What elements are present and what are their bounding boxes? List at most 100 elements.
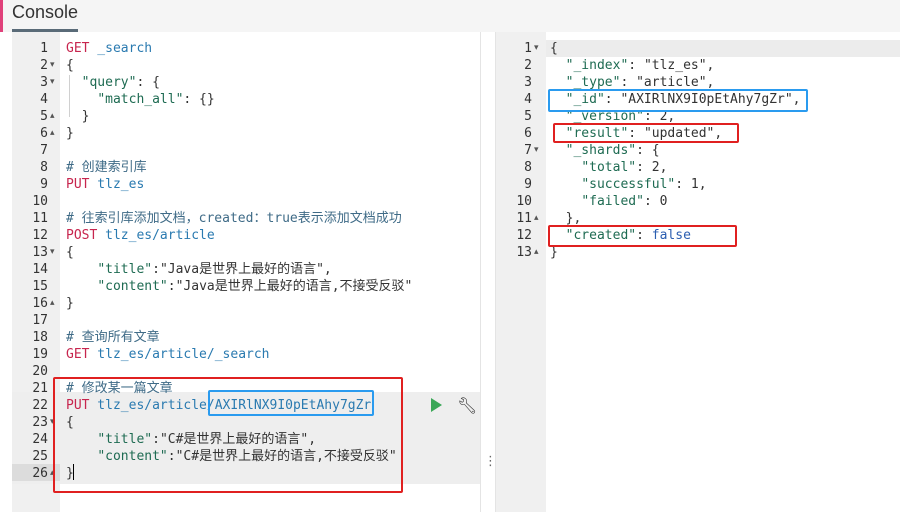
fold-toggle-icon[interactable]: ▴ xyxy=(50,125,55,142)
line-number: 5 xyxy=(40,109,48,124)
code-text: # 往索引库添加文档，created：true表示添加文档成功 xyxy=(66,211,402,226)
code-text: { xyxy=(550,41,558,56)
top-bar: Console xyxy=(0,0,900,33)
tab-console[interactable]: Console xyxy=(12,2,78,23)
line-number: 10 xyxy=(516,194,532,209)
code-line[interactable]: 7 xyxy=(0,142,480,159)
code-line[interactable]: 8 # 创建索引库 xyxy=(0,159,480,176)
code-line[interactable]: 9 "successful": 1, xyxy=(496,176,900,193)
code-text: { xyxy=(66,245,74,260)
code-line[interactable]: 3 ▾ "query": { xyxy=(0,74,480,91)
code-text: # 创建索引库 xyxy=(66,160,147,175)
annotation-box-request-id xyxy=(208,390,374,416)
code-text: POST tlz_es/article xyxy=(66,228,215,243)
play-icon[interactable] xyxy=(431,398,442,412)
line-number: 4 xyxy=(40,92,48,107)
code-text: GET _search xyxy=(66,41,153,56)
code-text: "query": { xyxy=(81,75,160,90)
code-text: "_index": "tlz_es", xyxy=(565,58,715,73)
code-text: } xyxy=(66,296,74,311)
line-number: 7 xyxy=(524,143,532,158)
annotation-box-result xyxy=(553,123,739,143)
line-number: 3 xyxy=(524,75,532,90)
code-line[interactable]: 2 ▾ { xyxy=(0,57,480,74)
code-line[interactable]: 17 xyxy=(0,312,480,329)
fold-toggle-icon[interactable]: ▴ xyxy=(50,108,55,125)
code-text: "failed": 0 xyxy=(581,194,668,209)
code-line[interactable]: 15 "content":"Java是世界上最好的语言,不接受反驳" xyxy=(0,278,480,295)
code-text: # 查询所有文章 xyxy=(66,330,160,345)
annotation-box-response-id xyxy=(548,89,808,112)
code-line[interactable]: 7 ▾ "_shards": { xyxy=(496,142,900,159)
fold-toggle-icon[interactable]: ▴ xyxy=(534,244,539,261)
line-number: 20 xyxy=(32,364,48,379)
code-text: "total": 2, xyxy=(581,160,668,175)
code-line[interactable]: 2 "_index": "tlz_es", xyxy=(496,57,900,74)
code-line[interactable]: 14 "title":"Java是世界上最好的语言", xyxy=(0,261,480,278)
line-number: 22 xyxy=(32,398,48,413)
line-number: 5 xyxy=(524,109,532,124)
fold-toggle-icon[interactable]: ▾ xyxy=(534,40,539,57)
fold-toggle-icon[interactable]: ▾ xyxy=(50,74,55,91)
code-line[interactable]: 11 # 往索引库添加文档，created：true表示添加文档成功 xyxy=(0,210,480,227)
code-text: "successful": 1, xyxy=(581,177,707,192)
code-line[interactable]: 6 ▴} xyxy=(0,125,480,142)
line-number: 26 xyxy=(32,466,48,481)
code-text: "content":"Java是世界上最好的语言,不接受反驳" xyxy=(97,279,413,294)
code-text: "_shards": { xyxy=(565,143,660,158)
line-number: 16 xyxy=(32,296,48,311)
line-number: 2 xyxy=(40,58,48,73)
code-line[interactable]: 19 GET tlz_es/article/_search xyxy=(0,346,480,363)
line-number: 12 xyxy=(516,228,532,243)
line-number: 23 xyxy=(32,415,48,430)
line-number: 15 xyxy=(32,279,48,294)
line-number: 3 xyxy=(40,75,48,90)
annotation-box-created xyxy=(548,225,737,247)
code-line[interactable]: 1 GET _search xyxy=(0,40,480,57)
line-number: 7 xyxy=(40,143,48,158)
line-number: 6 xyxy=(524,126,532,141)
line-number: 11 xyxy=(516,211,532,226)
line-number: 14 xyxy=(32,262,48,277)
code-line[interactable]: 10 xyxy=(0,193,480,210)
line-number: 2 xyxy=(524,58,532,73)
code-line[interactable]: 5 ▴ } xyxy=(0,108,480,125)
line-number: 19 xyxy=(32,347,48,362)
line-number: 24 xyxy=(32,432,48,447)
line-number: 6 xyxy=(40,126,48,141)
line-number: 8 xyxy=(524,160,532,175)
line-number: 13 xyxy=(32,245,48,260)
code-text: PUT tlz_es xyxy=(66,177,145,192)
line-number: 17 xyxy=(32,313,48,328)
line-number: 9 xyxy=(40,177,48,192)
code-line[interactable]: 1 ▾ { xyxy=(496,40,900,57)
code-text: "title":"Java是世界上最好的语言", xyxy=(97,262,332,277)
pane-divider[interactable]: ⋮ xyxy=(480,32,497,512)
code-line[interactable]: 9 PUT tlz_es xyxy=(0,176,480,193)
fold-toggle-icon[interactable]: ▾ xyxy=(50,57,55,74)
code-line[interactable]: 13 ▾ { xyxy=(0,244,480,261)
code-text: } xyxy=(66,126,74,141)
fold-toggle-icon[interactable]: ▾ xyxy=(534,142,539,159)
code-line[interactable]: 12 POST tlz_es/article xyxy=(0,227,480,244)
code-line[interactable]: 8 "total": 2, xyxy=(496,159,900,176)
code-text: "match_all": {} xyxy=(97,92,215,107)
line-number: 4 xyxy=(524,92,532,107)
fold-toggle-icon[interactable]: ▾ xyxy=(50,244,55,261)
code-line[interactable]: 10 "failed": 0 xyxy=(496,193,900,210)
code-text: { xyxy=(66,58,74,73)
code-line[interactable]: 18 # 查询所有文章 xyxy=(0,329,480,346)
line-number: 10 xyxy=(32,194,48,209)
fold-toggle-icon[interactable]: ▴ xyxy=(534,210,539,227)
line-number: 12 xyxy=(32,228,48,243)
wrench-icon[interactable]: 🔧︎ xyxy=(457,396,477,415)
indent-guide xyxy=(69,75,70,117)
line-number: 25 xyxy=(32,449,48,464)
line-number: 21 xyxy=(32,381,48,396)
line-number: 9 xyxy=(524,177,532,192)
line-number: 8 xyxy=(40,160,48,175)
code-line[interactable]: 16 ▴} xyxy=(0,295,480,312)
code-line[interactable]: 4 "match_all": {} xyxy=(0,91,480,108)
code-text: GET tlz_es/article/_search xyxy=(66,347,270,362)
fold-toggle-icon[interactable]: ▴ xyxy=(50,295,55,312)
